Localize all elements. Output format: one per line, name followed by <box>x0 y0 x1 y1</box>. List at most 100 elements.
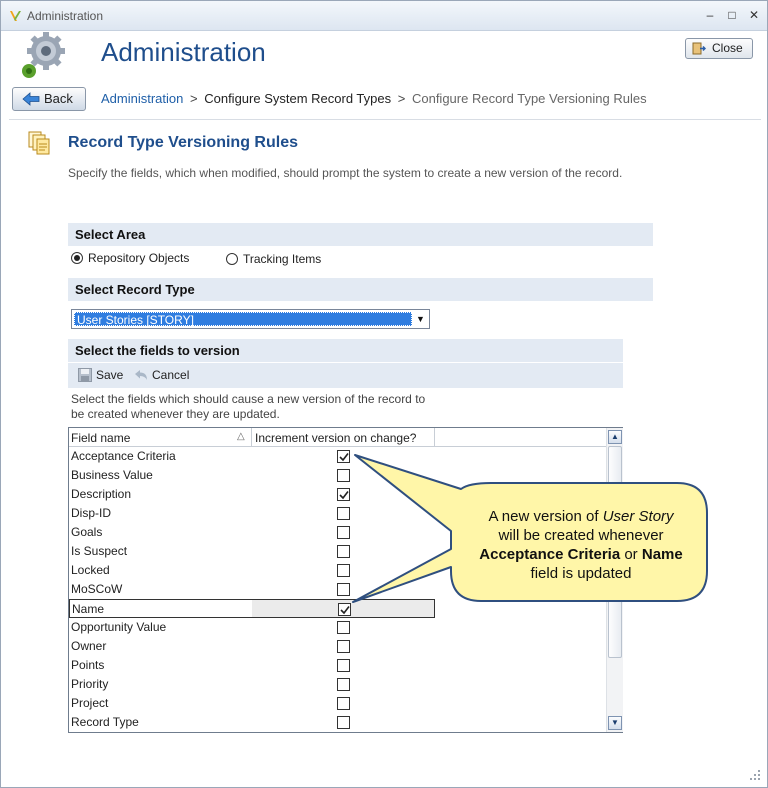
scroll-up-button[interactable]: ▲ <box>608 430 622 444</box>
fields-instructions: Select the fields which should cause a n… <box>71 392 426 421</box>
close-button-label: Close <box>712 41 743 55</box>
table-row[interactable]: Priority <box>69 675 435 694</box>
increment-version-checkbox[interactable] <box>337 583 350 596</box>
column-header-increment-version[interactable]: Increment version on change? <box>255 431 416 445</box>
record-type-select[interactable]: User Stories [STORY] ▼ <box>71 309 430 329</box>
field-name-cell: Locked <box>71 563 110 577</box>
table-row[interactable]: Acceptance Criteria <box>69 447 435 466</box>
table-row[interactable]: Is Suspect <box>69 542 435 561</box>
table-row[interactable]: Name <box>69 599 435 618</box>
table-row[interactable]: Goals <box>69 523 435 542</box>
increment-version-checkbox[interactable] <box>337 659 350 672</box>
checkmark-icon <box>339 453 349 462</box>
field-name-cell: Opportunity Value <box>71 620 167 634</box>
increment-version-checkbox[interactable] <box>338 603 351 616</box>
column-divider[interactable] <box>434 428 435 447</box>
increment-version-checkbox[interactable] <box>337 564 350 577</box>
table-row[interactable]: Description <box>69 485 435 504</box>
table-row[interactable]: Owner <box>69 637 435 656</box>
field-name-cell: Priority <box>71 677 109 691</box>
callout-record-type: User Story <box>602 508 674 525</box>
door-exit-icon <box>692 42 706 55</box>
field-name-cell: Is Suspect <box>71 544 128 558</box>
table-row[interactable]: Locked <box>69 561 435 580</box>
app-logo-icon <box>10 11 21 21</box>
increment-version-checkbox[interactable] <box>337 526 350 539</box>
callout-text: A new version of User Story will be crea… <box>456 507 706 583</box>
column-header-field-name[interactable]: Field name <box>71 431 130 445</box>
increment-version-checkbox[interactable] <box>337 469 350 482</box>
breadcrumb-separator: > <box>397 91 406 106</box>
field-name-cell: Description <box>71 487 132 501</box>
radio-unselected-indicator[interactable] <box>226 253 238 265</box>
radio-selected-indicator[interactable] <box>71 252 83 264</box>
field-name-cell: Points <box>71 658 105 672</box>
save-button[interactable]: Save <box>78 368 123 382</box>
cancel-button[interactable]: Cancel <box>134 368 189 382</box>
breadcrumb-configure-system-record-types[interactable]: Configure System Record Types <box>204 91 391 106</box>
select-record-type-heading: Select Record Type <box>68 278 653 301</box>
field-name-cell: Record Type <box>71 715 139 729</box>
field-name-cell: Goals <box>71 525 103 539</box>
callout-or: or <box>620 546 642 563</box>
resize-grip-icon[interactable] <box>749 769 761 781</box>
window-close-button[interactable]: ✕ <box>745 7 763 23</box>
admin-window: Administration – □ ✕ Administration Clos… <box>0 0 768 788</box>
field-name-cell: Project <box>71 696 109 710</box>
breadcrumb-current-page: Configure Record Type Versioning Rules <box>411 91 647 106</box>
undo-arrow-icon <box>135 370 147 380</box>
increment-version-checkbox[interactable] <box>337 716 350 729</box>
title-bar: Administration – □ ✕ <box>1 1 767 31</box>
field-name-cell: MoSCoW <box>71 582 123 596</box>
chevron-down-icon[interactable]: ▼ <box>412 310 429 328</box>
table-row[interactable]: MoSCoW <box>69 580 435 599</box>
column-divider[interactable] <box>251 428 252 447</box>
callout-field-b: Name <box>641 546 683 563</box>
increment-version-checkbox[interactable] <box>337 507 350 520</box>
table-row[interactable]: Business Value <box>69 466 435 485</box>
back-button-label: Back <box>44 91 73 106</box>
field-name-cell: Business Value <box>71 468 153 482</box>
increment-version-checkbox[interactable] <box>337 640 350 653</box>
increment-version-checkbox[interactable] <box>337 488 350 501</box>
table-row[interactable]: Disp-ID <box>69 504 435 523</box>
minimize-button[interactable]: – <box>701 7 719 23</box>
fields-section-heading: Select the fields to version <box>68 339 623 362</box>
callout-field-a: Acceptance Criteria <box>479 546 621 563</box>
increment-version-checkbox[interactable] <box>337 697 350 710</box>
increment-version-checkbox[interactable] <box>337 450 350 463</box>
section-title: Record Type Versioning Rules <box>68 134 298 151</box>
radio-repository-objects[interactable]: Repository Objects <box>71 251 189 265</box>
table-row[interactable]: Points <box>69 656 435 675</box>
record-type-selected-value: User Stories [STORY] <box>74 312 412 327</box>
increment-version-checkbox[interactable] <box>337 678 350 691</box>
page-title: Administration <box>101 37 266 67</box>
table-row[interactable]: Record Type <box>69 713 435 732</box>
save-disk-icon <box>78 368 92 382</box>
callout-line2: will be created whenever <box>498 527 664 544</box>
checkmark-icon <box>340 606 350 615</box>
grid-header: Field name △ Increment version on change… <box>69 428 606 447</box>
close-button[interactable]: Close <box>685 38 753 59</box>
sort-ascending-icon[interactable]: △ <box>237 431 245 442</box>
fields-toolbar: Save Cancel <box>68 363 623 388</box>
radio-label: Tracking Items <box>243 252 322 266</box>
cancel-button-label: Cancel <box>152 368 190 382</box>
table-row[interactable]: Project <box>69 694 435 713</box>
table-row[interactable]: Opportunity Value <box>69 618 435 637</box>
documents-icon <box>28 131 50 155</box>
increment-version-checkbox[interactable] <box>337 621 350 634</box>
select-area-heading: Select Area <box>68 223 653 246</box>
maximize-button[interactable]: □ <box>723 7 741 23</box>
field-name-cell: Name <box>72 602 105 616</box>
section-description: Specify the fields, which when modified,… <box>68 166 623 180</box>
scroll-down-button[interactable]: ▼ <box>608 716 622 730</box>
save-button-label: Save <box>96 368 124 382</box>
field-name-cell: Owner <box>71 639 107 653</box>
increment-version-checkbox[interactable] <box>337 545 350 558</box>
breadcrumb-administration[interactable]: Administration <box>101 91 183 106</box>
callout-line1: A new version of <box>488 508 603 525</box>
field-name-cell: Disp-ID <box>71 506 112 520</box>
back-button[interactable]: Back <box>12 87 86 111</box>
radio-tracking-items[interactable]: Tracking Items <box>226 252 321 266</box>
